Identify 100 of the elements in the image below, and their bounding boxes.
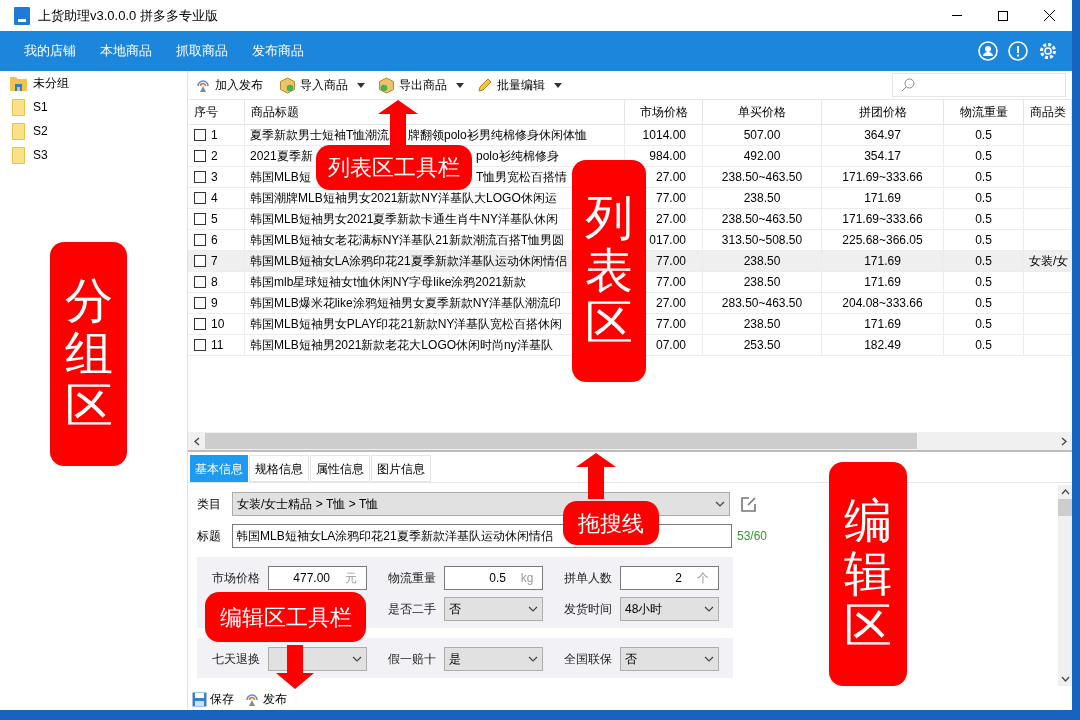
number-field[interactable]: 2 个 — [620, 566, 719, 590]
callout-arrow-tooltip — [276, 645, 314, 689]
column-header[interactable]: 拼团价格 — [822, 100, 944, 124]
table-cell: 韩国MLB短 — [250, 170, 311, 184]
row-checkbox[interactable] — [194, 150, 206, 162]
group-tree-item[interactable]: S1 — [10, 95, 187, 119]
table-cell-text: 韩国mlb星球短袖女t恤休闲NY字母like涂鸦2021新款 — [250, 274, 527, 291]
dropdown-select[interactable]: 否 — [444, 597, 543, 621]
scroll-left-icon — [193, 436, 200, 446]
table-cell-text: 0.5 — [975, 337, 992, 354]
broadcast-icon — [244, 691, 260, 707]
chevron-down-icon — [704, 656, 714, 662]
toolbar-button[interactable]: 加入发布 — [192, 76, 266, 94]
settings-icon[interactable] — [1038, 41, 1058, 61]
dropdown-select[interactable]: 否 — [620, 647, 719, 671]
row-checkbox[interactable] — [194, 276, 206, 288]
table-cell-text: 韩国MLB爆米花like涂鸦短袖男女夏季新款NY洋基队潮流印 — [250, 295, 562, 312]
editor-action-button[interactable]: 保存 — [192, 690, 234, 708]
dropdown-select[interactable]: 48小时 — [620, 597, 719, 621]
field-label: 标题 — [197, 528, 222, 545]
caret-icon[interactable] — [554, 82, 562, 88]
row-checkbox[interactable] — [194, 213, 206, 225]
table-cell-text: 1014.00 — [642, 127, 686, 144]
caret-icon[interactable] — [456, 82, 464, 88]
group-tree-item[interactable]: 未分组 — [10, 71, 187, 95]
field-label: 发货时间 — [564, 601, 613, 618]
folder-icon — [12, 122, 25, 140]
row-checkbox[interactable] — [194, 192, 206, 204]
info-icon[interactable] — [1008, 41, 1028, 61]
scroll-down-icon — [1060, 676, 1070, 682]
row-checkbox[interactable] — [194, 297, 206, 309]
column-header[interactable]: 单买价格 — [703, 100, 822, 124]
table-cell-text: 77.00 — [655, 190, 686, 207]
dropdown-select[interactable]: 是 — [444, 647, 543, 671]
row-checkbox[interactable] — [194, 255, 206, 267]
user-icon[interactable] — [978, 41, 998, 61]
broadcast-icon — [195, 77, 211, 93]
table-cell-text: 韩国MLB短袖男女2021夏季新款卡通生肖牛NY洋基队休闲 — [250, 211, 559, 228]
maximize-icon — [998, 10, 1008, 21]
menu-item[interactable]: 本地商品 — [88, 41, 164, 61]
table-cell-text: 韩国MLB短袖男女PLAY印花21新款NY洋基队宽松百搭休闲 — [250, 316, 563, 333]
folder-icon — [12, 98, 25, 116]
field-value: 2 — [675, 570, 682, 587]
scroll-right-icon — [1060, 436, 1067, 446]
toolbar-button[interactable]: 批量编辑 — [474, 76, 548, 94]
editor-tab[interactable]: 规格信息 — [249, 455, 309, 482]
table-cell-text: 238.50 — [743, 253, 781, 270]
editor-tab[interactable]: 图片信息 — [371, 455, 431, 482]
search-field[interactable] — [892, 73, 1066, 97]
table-cell-text: 354.17 — [864, 148, 901, 165]
caret-icon[interactable] — [357, 82, 365, 88]
row-checkbox[interactable] — [194, 318, 206, 330]
vertical-scrollbar[interactable] — [1058, 485, 1072, 686]
row-checkbox[interactable] — [194, 129, 206, 141]
menu-item[interactable]: 我的店铺 — [12, 41, 88, 61]
row-checkbox[interactable] — [194, 339, 206, 351]
number-field[interactable]: 477.00 元 — [268, 566, 367, 590]
field-label: 七天退换 — [212, 651, 261, 668]
edit-icon[interactable] — [740, 495, 757, 513]
table-cell-text: 77.00 — [655, 274, 686, 291]
table-cell-text: 77.00 — [655, 253, 686, 270]
table-row[interactable]: 1 夏季新款男士短袖T恤潮流 牌翻领polo衫男纯棉修身休闲体恤 1014.00 507.00 364.97 0.5 — [188, 125, 1072, 146]
group-tree-item[interactable]: S3 — [10, 143, 187, 167]
field-label: 市场价格 — [212, 570, 261, 587]
column-header[interactable]: 商品类 — [1024, 100, 1072, 124]
menu-item[interactable]: 发布商品 — [240, 41, 316, 61]
column-header[interactable]: 市场价格 — [625, 100, 703, 124]
column-header[interactable]: 序号 — [188, 100, 245, 124]
group-tree-item[interactable]: S2 — [10, 119, 187, 143]
menu-item[interactable]: 抓取商品 — [164, 41, 240, 61]
callout-tooltip: 编辑区工具栏 — [205, 592, 366, 642]
scroll-up-icon — [1060, 489, 1070, 495]
table-cell-text: 27.00 — [655, 295, 686, 312]
toolbar-button[interactable]: 导入商品 — [276, 76, 351, 94]
editor-tab[interactable]: 属性信息 — [310, 455, 370, 482]
number-field[interactable]: 0.5 kg — [444, 566, 543, 590]
table-cell-text: 171.69~333.66 — [842, 211, 923, 228]
table-cell-text: 238.50 — [743, 316, 781, 333]
table-cell-text: 283.50~463.50 — [721, 295, 803, 312]
table-cell: 牌翻领polo衫男纯棉修身休闲体恤 — [408, 128, 587, 142]
scrollbar-thumb[interactable] — [1058, 499, 1072, 516]
editor-action-button[interactable]: 发布 — [244, 690, 287, 708]
row-checkbox[interactable] — [194, 171, 206, 183]
chevron-down-icon — [528, 656, 538, 662]
table-cell-text: 27.00 — [655, 169, 686, 186]
table-cell-text: 8 — [211, 274, 218, 291]
table-cell-text: 4 — [211, 190, 218, 207]
package-icon — [378, 76, 395, 94]
toolbar-button[interactable]: 导出商品 — [375, 76, 450, 94]
table-cell: polo衫纯棉修身 — [476, 149, 559, 163]
row-checkbox[interactable] — [194, 234, 206, 246]
table-cell-text: 韩国MLB短袖男2021新款老花大LOGO休闲时尚ny洋基队 — [250, 337, 553, 354]
table-cell-text: 171.69 — [864, 316, 901, 333]
horizontal-scrollbar[interactable] — [188, 432, 1072, 452]
field-label: 物流重量 — [388, 570, 437, 587]
table-cell-text: 0.5 — [975, 190, 992, 207]
table-cell-text: 27.00 — [655, 211, 686, 228]
scrollbar-thumb[interactable] — [205, 433, 917, 449]
column-header[interactable]: 物流重量 — [944, 100, 1024, 124]
field-label: 全国联保 — [564, 651, 613, 668]
